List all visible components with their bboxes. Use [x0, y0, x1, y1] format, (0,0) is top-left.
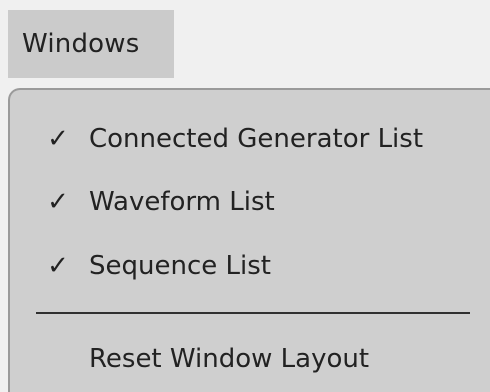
checkmark-icon: ✓	[47, 124, 69, 154]
menu-item-label: Waveform List	[89, 187, 275, 217]
menu-windows-label: Windows	[22, 29, 140, 59]
menu-separator	[36, 312, 470, 314]
checkmark-icon: ✓	[47, 251, 69, 281]
windows-dropdown-menu: ✓ Connected Generator List ✓ Waveform Li…	[8, 88, 490, 392]
menu-item-connected-generator-list[interactable]: ✓ Connected Generator List	[10, 110, 490, 168]
menu-item-label: Connected Generator List	[89, 124, 424, 154]
menu-item-reset-window-layout[interactable]: Reset Window Layout	[10, 330, 490, 388]
menu-item-sequence-list[interactable]: ✓ Sequence List	[10, 237, 490, 295]
menu-item-label: Reset Window Layout	[89, 344, 370, 374]
menu-windows[interactable]: Windows	[8, 10, 174, 78]
app-root: Windows ✓ Connected Generator List ✓ Wav…	[0, 0, 490, 392]
menu-item-waveform-list[interactable]: ✓ Waveform List	[10, 173, 490, 231]
checkmark-icon: ✓	[47, 187, 69, 217]
menu-item-label: Sequence List	[89, 251, 271, 281]
